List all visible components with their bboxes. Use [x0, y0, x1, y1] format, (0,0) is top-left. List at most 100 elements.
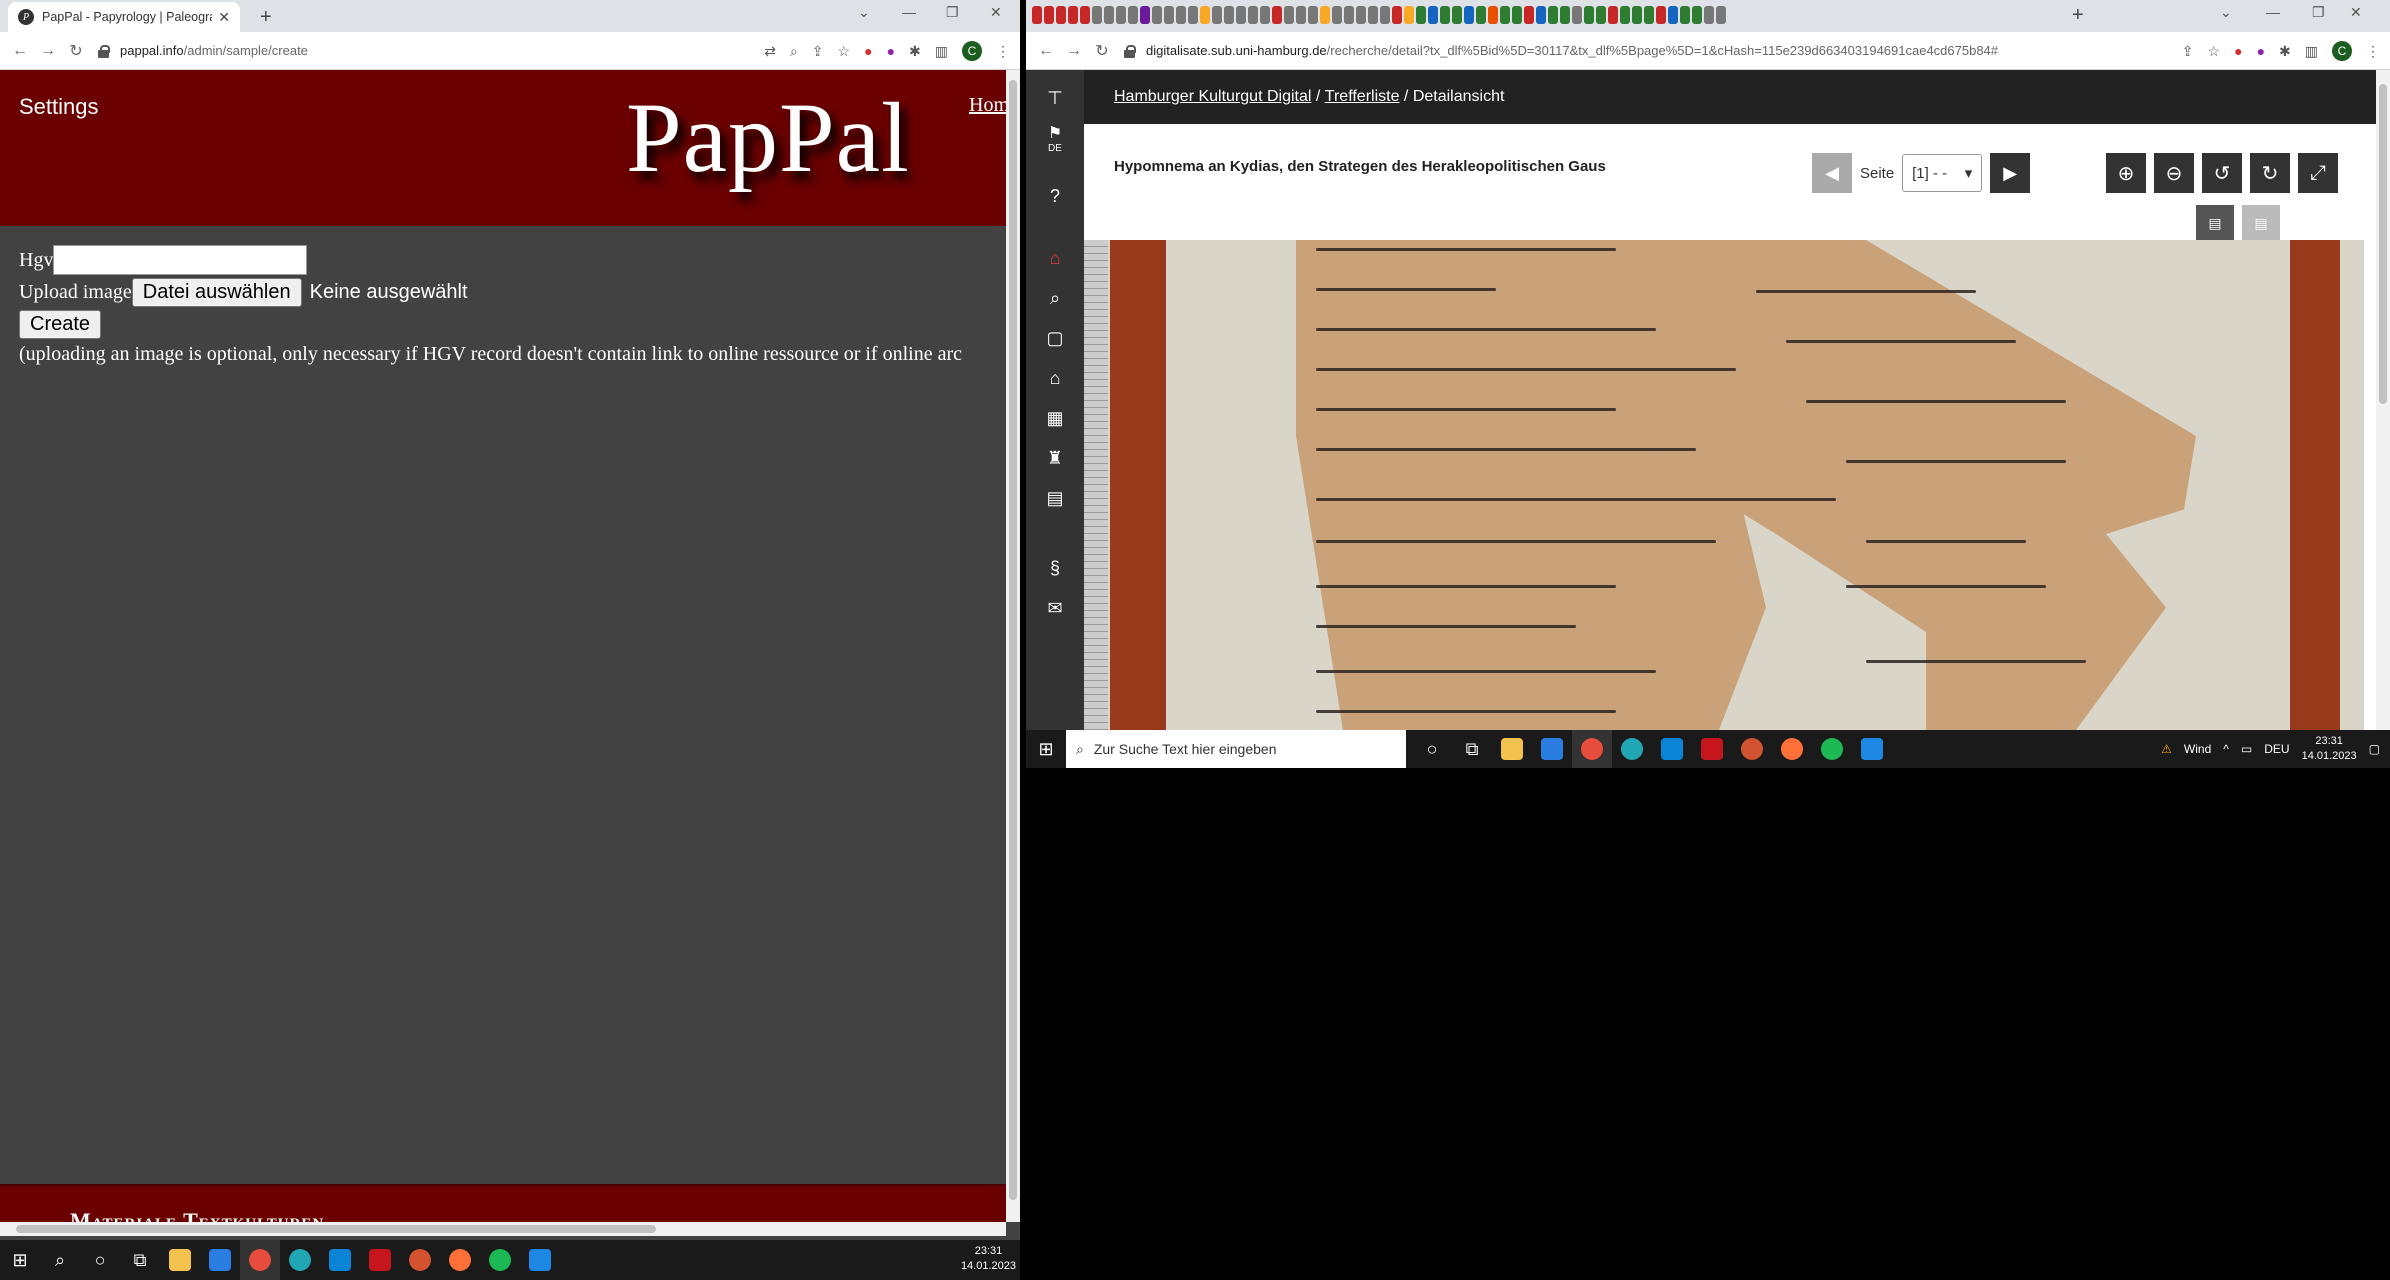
horizontal-scrollbar[interactable]: [0, 1222, 1006, 1236]
breadcrumb-trefferliste[interactable]: Trefferliste: [1325, 88, 1400, 106]
pdf-download-icon[interactable]: ▤: [2196, 205, 2234, 241]
url-field[interactable]: digitalisate.sub.uni-hamburg.de/recherch…: [1124, 37, 1998, 65]
sitemap-icon[interactable]: ⊤: [1026, 78, 1084, 118]
weather-text[interactable]: Wind: [2184, 742, 2211, 756]
sidepanel-icon[interactable]: ▥: [935, 43, 948, 60]
tray-chevron-icon[interactable]: ^: [2223, 742, 2229, 756]
home-link[interactable]: Hom: [969, 94, 1009, 117]
taskbar-clock[interactable]: 23:31 14.01.2023: [2302, 734, 2357, 764]
task-view-icon[interactable]: ⧉: [1452, 730, 1492, 768]
right-vertical-scrollbar[interactable]: [2376, 70, 2390, 730]
extension-purple-icon[interactable]: ●: [887, 43, 895, 59]
help-icon[interactable]: ?: [1026, 176, 1084, 216]
choose-file-button[interactable]: Datei auswählen: [131, 277, 302, 307]
search-icon[interactable]: ⌕: [1026, 278, 1084, 318]
vertical-scrollbar[interactable]: [1006, 70, 1020, 1222]
reload-icon[interactable]: ↻: [62, 41, 90, 61]
fullscreen-icon[interactable]: ⤢: [2298, 153, 2338, 193]
institution-icon[interactable]: ⌂: [1026, 358, 1084, 398]
chat-icon[interactable]: ▢: [1026, 318, 1084, 358]
taskbar-clock[interactable]: 23:31 14.01.2023: [961, 1244, 1016, 1274]
lang-indicator[interactable]: DEU: [2264, 742, 2289, 756]
share-icon[interactable]: ⇪: [812, 43, 824, 60]
share-icon[interactable]: ⇪: [2182, 43, 2194, 60]
zoom-icon[interactable]: ⌕: [790, 43, 798, 60]
extensions-puzzle-icon[interactable]: ✱: [2279, 43, 2291, 60]
mail-icon[interactable]: [320, 1240, 360, 1280]
breadcrumb-home[interactable]: Hamburger Kulturgut Digital: [1114, 88, 1311, 106]
edge-icon[interactable]: [1612, 730, 1652, 768]
zoom-out-icon[interactable]: ⊖: [2154, 153, 2194, 193]
acrobat-icon[interactable]: [1692, 730, 1732, 768]
forward-icon[interactable]: →: [1060, 42, 1088, 60]
explorer-icon[interactable]: [1492, 730, 1532, 768]
store-icon[interactable]: [1532, 730, 1572, 768]
network-icon[interactable]: ▭: [2241, 742, 2252, 756]
firefox-icon[interactable]: [440, 1240, 480, 1280]
translate-icon[interactable]: ⇄: [764, 43, 776, 60]
back-icon[interactable]: ←: [6, 42, 34, 60]
url-field[interactable]: pappal.info/admin/sample/create: [98, 37, 308, 65]
settings-link[interactable]: Settings: [19, 94, 99, 120]
hgv-input[interactable]: [53, 245, 308, 275]
extensions-puzzle-icon[interactable]: ✱: [909, 43, 921, 60]
page-download-icon[interactable]: ▤: [2242, 205, 2280, 241]
powerpoint-icon[interactable]: [1732, 730, 1772, 768]
profile-avatar[interactable]: C: [2332, 41, 2352, 61]
previous-page-button[interactable]: ◀: [1812, 153, 1852, 193]
store-icon[interactable]: [200, 1240, 240, 1280]
profile-avatar[interactable]: C: [962, 41, 982, 61]
page-select[interactable]: [1] - - ▾: [1902, 154, 1983, 192]
close-tab-icon[interactable]: ✕: [2350, 4, 2362, 21]
weather-warning-icon[interactable]: ⚠: [2161, 742, 2172, 756]
notifications-icon[interactable]: ▢: [2369, 742, 2380, 756]
home-icon[interactable]: ⌂: [1026, 238, 1084, 278]
explorer-icon[interactable]: [160, 1240, 200, 1280]
image-viewer[interactable]: [1084, 240, 2364, 730]
forward-icon[interactable]: →: [34, 42, 62, 60]
mail-icon[interactable]: ✉: [1026, 588, 1084, 628]
restore-icon[interactable]: ❐: [2312, 4, 2325, 21]
close-tab-icon[interactable]: ✕: [218, 9, 230, 26]
language-flag-icon[interactable]: ⚑ DE: [1026, 118, 1084, 158]
pinned-tabs[interactable]: [1032, 6, 1726, 28]
new-tab-icon[interactable]: +: [260, 6, 272, 29]
menu-kebab-icon[interactable]: ⋮: [2366, 43, 2380, 60]
acrobat-icon[interactable]: [360, 1240, 400, 1280]
sidepanel-icon[interactable]: ▥: [2305, 43, 2318, 60]
extension-red-icon[interactable]: ●: [2234, 43, 2242, 59]
cortana-icon[interactable]: ○: [80, 1240, 120, 1280]
grid-icon[interactable]: ▦: [1026, 398, 1084, 438]
minimize-icon[interactable]: —: [902, 4, 916, 20]
cortana-icon[interactable]: ○: [1412, 730, 1452, 768]
tab-search-icon[interactable]: ⌄: [858, 4, 870, 21]
search-icon[interactable]: ⌕: [40, 1240, 80, 1280]
spotify-icon[interactable]: [1812, 730, 1852, 768]
bookmark-star-icon[interactable]: ☆: [838, 43, 851, 60]
calendar-icon[interactable]: ▤: [1026, 478, 1084, 518]
menu-kebab-icon[interactable]: ⋮: [996, 43, 1010, 60]
windows-start-icon[interactable]: ⊞: [0, 1240, 40, 1280]
tab-search-icon[interactable]: ⌄: [2220, 4, 2232, 21]
firefox-icon[interactable]: [1772, 730, 1812, 768]
next-page-button[interactable]: ▶: [1990, 153, 2031, 193]
new-tab-icon[interactable]: +: [2072, 4, 2084, 27]
task-view-icon[interactable]: ⧉: [120, 1240, 160, 1280]
back-icon[interactable]: ←: [1032, 42, 1060, 60]
rotate-left-icon[interactable]: ↺: [2202, 153, 2242, 193]
minimize-icon[interactable]: —: [2266, 4, 2280, 20]
edge-icon[interactable]: [280, 1240, 320, 1280]
restore-icon[interactable]: ❐: [946, 4, 959, 21]
tab-pappal[interactable]: P PapPal - Papyrology | Paleograph ✕: [8, 2, 240, 32]
paragraph-icon[interactable]: §: [1026, 548, 1084, 588]
spotify-icon[interactable]: [480, 1240, 520, 1280]
zoom-in-icon[interactable]: ⊕: [2106, 153, 2146, 193]
mail-icon[interactable]: [1652, 730, 1692, 768]
bookmark-star-icon[interactable]: ☆: [2208, 43, 2221, 60]
people-icon[interactable]: ♜: [1026, 438, 1084, 478]
photos-icon[interactable]: [1852, 730, 1892, 768]
close-window-icon[interactable]: ✕: [990, 4, 1002, 21]
photos-icon[interactable]: [520, 1240, 560, 1280]
extension-red-icon[interactable]: ●: [864, 43, 872, 59]
chrome-icon[interactable]: [1572, 730, 1612, 768]
